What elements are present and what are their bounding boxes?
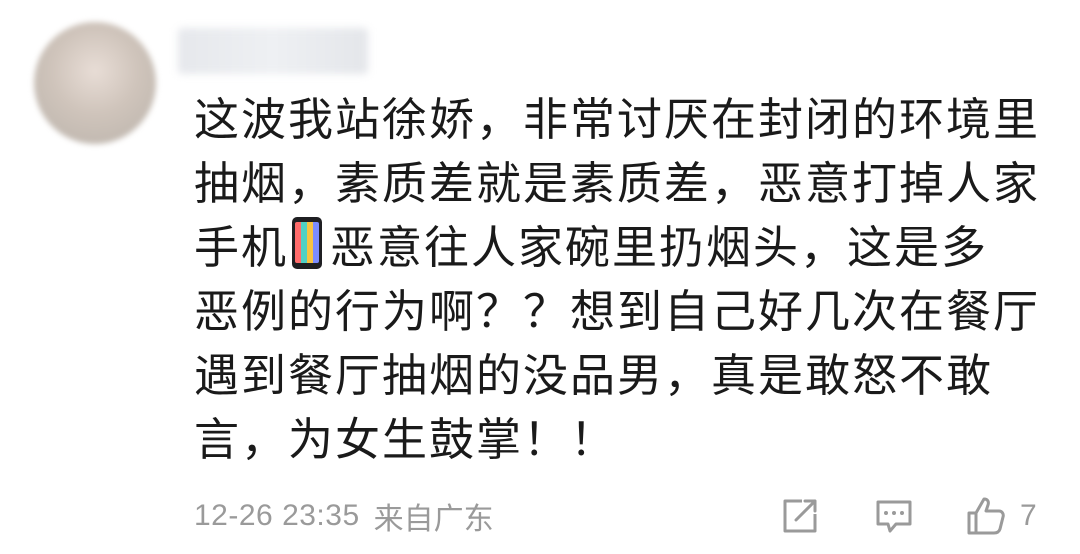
reply-icon [876, 500, 912, 533]
comment-line-part: 手机 [194, 221, 289, 274]
thumbs-up-icon [967, 497, 1005, 535]
comment-meta: 12-26 23:35 来自广东 [194, 494, 494, 538]
comment-line: 恶例的行为啊？？想到自己好几次在餐厅 [194, 285, 1041, 338]
comment-line: 这波我站徐娇，非常讨厌在封闭的环境里 [194, 93, 1041, 146]
reply-button[interactable] [870, 494, 918, 538]
share-button[interactable] [776, 494, 824, 538]
timestamp: 12-26 23:35 [194, 499, 360, 532]
mobile-phone-icon [292, 217, 323, 269]
avatar[interactable] [34, 22, 156, 144]
comment-line: 遇到餐厅抽烟的没品男，真是敢怒不敢 [194, 349, 994, 402]
share-icon [783, 499, 817, 533]
username-blurred[interactable] [178, 28, 368, 74]
comment-text: 这波我站徐娇，非常讨厌在封闭的环境里 抽烟，素质差就是素质差，恶意打掉人家 手机… [194, 88, 1054, 472]
comment-line: 抽烟，素质差就是素质差，恶意打掉人家 [194, 157, 1041, 210]
like-count: 7 [1020, 499, 1037, 532]
comment-actions: 7 [776, 494, 1066, 538]
location: 来自广东 [373, 502, 494, 537]
like-button[interactable] [962, 494, 1010, 538]
comment-line: 手机 恶意往人家碗里扔烟头，这是多 [194, 216, 1054, 280]
comment-line: 言，为女生鼓掌！！ [194, 413, 618, 466]
comment-line-part: 恶意往人家碗里扔烟头，这是多 [330, 221, 989, 274]
